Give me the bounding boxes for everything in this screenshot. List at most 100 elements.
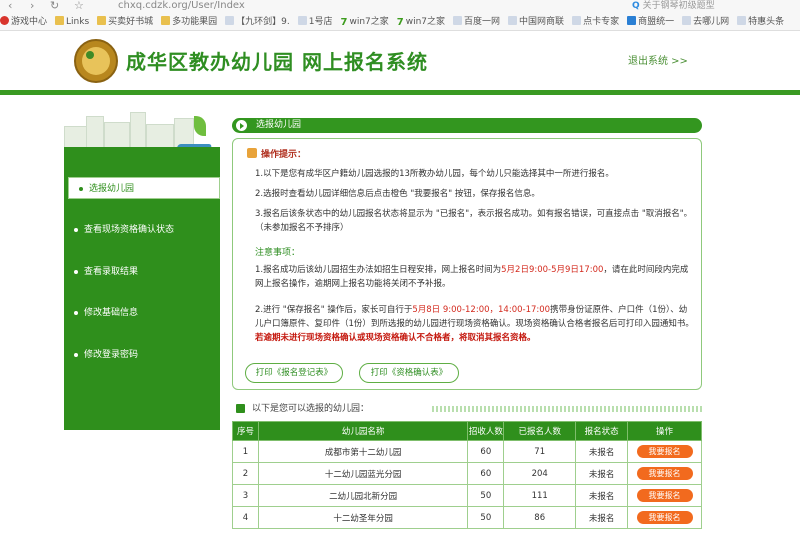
section-title-bar: 选报幼儿园 — [232, 118, 702, 133]
confirm-period: 5月8日 9:00-12:00，14:00-17:00 — [412, 305, 551, 315]
col-name: 幼儿园名称 — [257, 421, 469, 441]
bookmark-label: 多功能果园 — [172, 17, 218, 27]
logout-link[interactable]: 退出系统 >> — [628, 52, 688, 67]
bookmark-label: Links — [66, 17, 90, 27]
col-no: 序号 — [232, 421, 259, 441]
bookmark-item[interactable]: 7 win7之家 — [341, 14, 389, 30]
kindergarten-name: 二幼儿园北新分园 — [257, 484, 469, 507]
table-row: 2 十二幼儿园蓝光分园 60 204 未报名 我要报名 — [232, 462, 702, 485]
favorite-star-icon[interactable]: ☆ — [74, 0, 84, 12]
note-2: 2.进行 "保存报名" 操作后，家长可自行于5月8日 9:00-12:00，14… — [255, 305, 694, 343]
bookmark-label: 中国网商联 — [519, 17, 565, 27]
applied-count: 111 — [503, 484, 577, 507]
pencil-icon — [247, 148, 257, 158]
table-row: 1 成都市第十二幼儿园 60 71 未报名 我要报名 — [232, 440, 702, 463]
bullet-icon — [74, 228, 78, 232]
status-badge: 未报名 — [575, 462, 629, 485]
sidebar-item-change-password[interactable]: 修改登录密码 — [64, 344, 220, 366]
sidebar-item-label: 修改基础信息 — [84, 308, 139, 318]
bookmark-item[interactable]: 【九环剑】9. — [225, 14, 290, 30]
print-registration-button[interactable]: 打印《报名登记表》 — [245, 363, 343, 383]
print-confirmation-button[interactable]: 打印《资格确认表》 — [359, 363, 459, 383]
row-no: 4 — [232, 506, 259, 529]
kindergarten-name: 十二幼儿园蓝光分园 — [257, 462, 469, 485]
site-header: 成华区教办幼儿园 网上报名系统 退出系统 >> — [0, 32, 800, 90]
action-cell: 我要报名 — [627, 462, 702, 485]
col-quota: 招收人数 — [467, 421, 505, 441]
bookmark-item[interactable]: 买卖好书城 — [97, 14, 153, 30]
browser-search-input[interactable]: Q 关于钢琴初级题型 — [628, 0, 800, 13]
bookmark-item[interactable]: 百度一网 — [453, 14, 500, 30]
sidebar-item-label: 查看现场资格确认状态 — [84, 225, 175, 235]
section-title: 选报幼儿园 — [256, 120, 302, 130]
site-icon — [0, 16, 9, 25]
status-badge: 未报名 — [575, 506, 629, 529]
folder-icon — [161, 16, 171, 25]
bookmark-label: 去哪儿网 — [693, 17, 730, 27]
page-title: 成华区教办幼儿园 网上报名系统 — [126, 50, 428, 74]
bookmark-item[interactable]: 游戏中心 — [0, 14, 47, 30]
bookmark-label: 商盟统一 — [638, 17, 675, 27]
site-icon — [453, 16, 463, 25]
apply-button[interactable]: 我要报名 — [636, 489, 693, 502]
notice-step-1: 1.以下是您有成华区户籍幼儿园选报的13所教办幼儿园，每个幼儿只能选择其中一所进… — [255, 169, 614, 179]
browser-address-bar: ‹ › ↻ ☆ chxq.cdzk.org/User/Index Q 关于钢琴初级… — [0, 0, 800, 14]
forward-icon[interactable]: › — [30, 0, 34, 12]
quota-count: 60 — [467, 440, 505, 463]
action-cell: 我要报名 — [627, 440, 702, 463]
warning-text: 若逾期未进行现场资格确认或现场资格确认不合格者，将取消其报名资格。 — [255, 333, 536, 343]
back-icon[interactable]: ‹ — [8, 0, 12, 12]
quota-count: 50 — [467, 506, 505, 529]
bookmark-item[interactable]: 特惠头条 — [737, 14, 784, 30]
sidebar-item-select-kindergarten[interactable]: 选报幼儿园 — [68, 177, 220, 199]
bookmark-item[interactable]: 7 win7之家 — [397, 14, 445, 30]
site-icon — [682, 16, 692, 25]
list-icon — [236, 404, 245, 413]
bookmark-item[interactable]: 商盟统一 — [627, 14, 674, 30]
refresh-icon[interactable]: ↻ — [50, 0, 59, 12]
bullet-icon — [79, 187, 83, 191]
sidebar-item-admission-result[interactable]: 查看录取结果 — [64, 261, 220, 283]
apply-button[interactable]: 我要报名 — [636, 511, 693, 524]
url-field[interactable]: chxq.cdzk.org/User/Index — [118, 0, 245, 12]
sidebar-item-edit-info[interactable]: 修改基础信息 — [64, 302, 220, 324]
kindergarten-logo — [74, 39, 118, 83]
bookmark-label: win7之家 — [405, 17, 446, 27]
applied-count: 86 — [503, 506, 577, 529]
quota-count: 50 — [467, 484, 505, 507]
bookmark-item[interactable]: 1号店 — [297, 14, 333, 30]
notice-step-2: 2.选报时查看幼儿园详细信息后点击橙色 "我要报名" 按钮，保存报名信息。 — [255, 189, 540, 199]
status-badge: 未报名 — [575, 440, 629, 463]
bookmark-label: 【九环剑】9. — [236, 17, 290, 27]
apply-button[interactable]: 我要报名 — [636, 467, 693, 480]
sidebar-item-check-status[interactable]: 查看现场资格确认状态 — [64, 219, 220, 241]
site-icon — [572, 16, 582, 25]
bookmark-label: 点卡专家 — [583, 17, 620, 27]
win7-icon: 7 — [396, 17, 404, 28]
apply-button[interactable]: 我要报名 — [636, 445, 693, 458]
bookmark-label: 1号店 — [308, 17, 333, 27]
bookmark-item[interactable]: 中国网商联 — [508, 14, 564, 30]
notice-step-3: 3.报名后该条状态中的幼儿园报名状态将显示为 "已报名"，表示报名成功。如有报名… — [255, 209, 693, 233]
folder-icon — [55, 16, 65, 25]
folder-icon — [97, 16, 107, 25]
win7-icon: 7 — [340, 17, 348, 28]
site-icon — [627, 16, 637, 25]
status-badge: 未报名 — [575, 484, 629, 507]
bookmark-item[interactable]: 去哪儿网 — [682, 14, 729, 30]
bullet-icon — [74, 353, 78, 357]
row-no: 3 — [232, 484, 259, 507]
bookmark-item[interactable]: 多功能果园 — [161, 14, 217, 30]
site-icon — [225, 16, 235, 25]
search-placeholder: 关于钢琴初级题型 — [642, 1, 715, 11]
bookmark-item[interactable]: Links — [55, 14, 89, 30]
col-applied: 已报名人数 — [503, 421, 577, 441]
action-cell: 我要报名 — [627, 484, 702, 507]
table-row: 3 二幼儿园北新分园 50 111 未报名 我要报名 — [232, 484, 702, 507]
site-icon — [737, 16, 747, 25]
bookmark-item[interactable]: 点卡专家 — [572, 14, 619, 30]
arrow-circle-icon — [236, 120, 247, 131]
decorative-stripes — [432, 406, 702, 412]
site-icon — [508, 16, 518, 25]
header-divider — [0, 90, 800, 95]
